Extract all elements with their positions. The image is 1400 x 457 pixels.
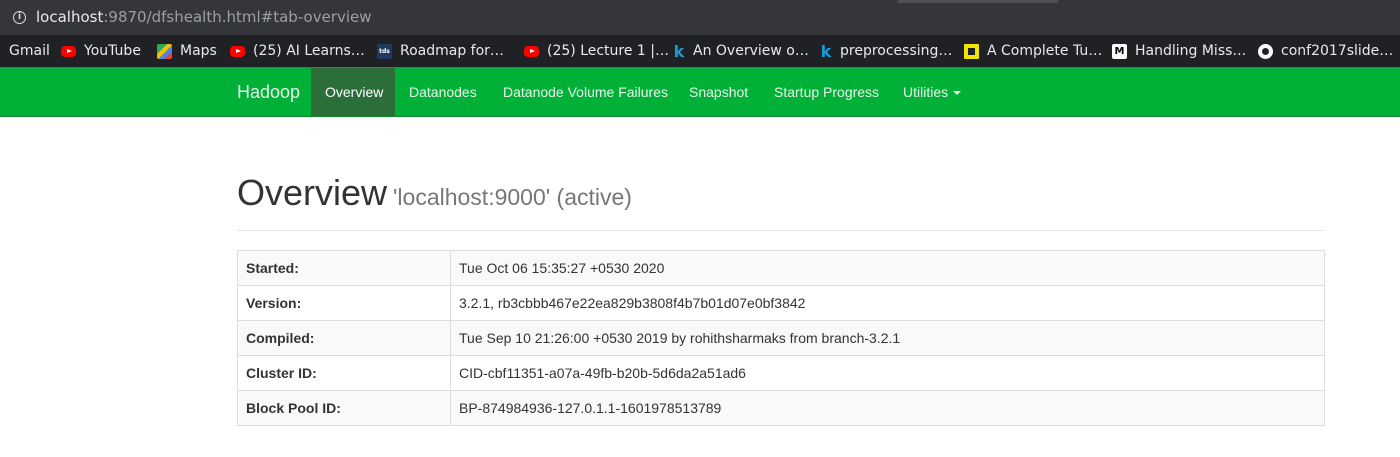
medium-icon: M (1112, 43, 1127, 59)
row-value: Tue Oct 06 15:35:27 +0530 2020 (450, 250, 1325, 286)
tab-utilities-dropdown[interactable]: Utilities (889, 68, 975, 116)
row-key: Compiled: (237, 320, 451, 356)
row-value: BP-874984936-127.0.1.1-1601978513789 (450, 390, 1325, 426)
page-title-text: Overview (237, 172, 388, 213)
maps-icon (157, 43, 172, 59)
youtube-icon (524, 45, 539, 57)
url-host: localhost (36, 8, 104, 26)
tab-overview[interactable]: Overview (311, 68, 395, 116)
kdnuggets-icon: k (820, 41, 832, 61)
bookmark-label: An Overview o… (693, 43, 809, 59)
row-value: 3.2.1, rb3cbbb467e22ea829b3808f4b7b01d07… (450, 285, 1325, 321)
youtube-icon (230, 45, 245, 57)
bookmark-label: (25) AI Learns… (253, 43, 365, 59)
bookmark-preprocessing[interactable]: k preprocessing… (820, 35, 953, 67)
bookmark-label: Maps (180, 43, 217, 59)
bookmark-complete-tutorial[interactable]: A Complete Tu… (964, 35, 1102, 67)
bookmark-maps[interactable]: Maps (157, 35, 217, 67)
overview-table: Started: Tue Oct 06 15:35:27 +0530 2020 … (237, 250, 1325, 426)
row-key: Cluster ID: (237, 355, 451, 391)
bookmarks-bar: Gmail YouTube Maps (25) AI Learns… tds R… (0, 35, 1400, 67)
table-row: Block Pool ID: BP-874984936-127.0.1.1-16… (237, 390, 1325, 426)
tab-datanodes[interactable]: Datanodes (395, 68, 491, 116)
bookmark-roadmap[interactable]: tds Roadmap for… (377, 35, 504, 67)
navbar-brand[interactable]: Hadoop (237, 68, 300, 116)
url-text[interactable]: localhost:9870/dfshealth.html#tab-overvi… (36, 9, 372, 26)
tab-datanode-volume-failures[interactable]: Datanode Volume Failures (489, 68, 682, 116)
kdnuggets-icon: k (673, 41, 685, 61)
table-row: Compiled: Tue Sep 10 21:26:00 +0530 2019… (237, 320, 1325, 356)
tab-strip-indicator (898, 0, 1058, 3)
bookmark-gmail[interactable]: Gmail (9, 35, 50, 67)
row-key: Block Pool ID: (237, 390, 451, 426)
bookmark-handling-missing[interactable]: M Handling Miss… (1112, 35, 1246, 67)
tab-utilities-label: Utilities (903, 84, 949, 100)
bookmark-conf2017[interactable]: conf2017slide… (1258, 35, 1393, 67)
url-path: :9870/dfshealth.html#tab-overview (103, 8, 372, 26)
bookmark-label: conf2017slide… (1281, 43, 1394, 59)
row-value: CID-cbf11351-a07a-49fb-b20b-5d6da2a51ad6 (450, 355, 1325, 391)
hadoop-navbar: Hadoop Overview Datanodes Datanode Volum… (0, 67, 1400, 117)
table-row: Cluster ID: CID-cbf11351-a07a-49fb-b20b-… (237, 355, 1325, 391)
bookmark-label: Handling Miss… (1135, 43, 1247, 59)
tds-icon: tds (377, 43, 392, 59)
site-info-icon[interactable]: i (13, 11, 26, 24)
caret-down-icon (953, 91, 962, 96)
page-title: Overview'localhost:9000' (active) (237, 172, 1325, 218)
row-key: Started: (237, 250, 451, 286)
bookmark-label: A Complete Tu… (987, 43, 1103, 59)
page-header: Overview'localhost:9000' (active) (237, 172, 1325, 231)
bookmark-ai-learns[interactable]: (25) AI Learns… (230, 35, 365, 67)
table-row: Version: 3.2.1, rb3cbbb467e22ea829b3808f… (237, 285, 1325, 321)
row-key: Version: (237, 285, 451, 321)
namenode-address: 'localhost:9000' (active) (393, 184, 632, 210)
bookmark-lecture[interactable]: (25) Lecture 1 |… (524, 35, 669, 67)
github-icon (1258, 43, 1273, 59)
bookmark-label: (25) Lecture 1 |… (547, 43, 670, 59)
square-logo-icon (964, 43, 979, 59)
browser-address-bar[interactable]: i localhost:9870/dfshealth.html#tab-over… (0, 0, 1400, 35)
bookmark-label: Gmail (9, 43, 50, 59)
bookmark-youtube[interactable]: YouTube (61, 35, 141, 67)
youtube-icon (61, 45, 76, 57)
table-row: Started: Tue Oct 06 15:35:27 +0530 2020 (237, 250, 1325, 286)
bookmark-label: YouTube (84, 43, 141, 59)
tab-snapshot[interactable]: Snapshot (675, 68, 762, 116)
bookmark-label: Roadmap for… (400, 43, 504, 59)
tab-startup-progress[interactable]: Startup Progress (760, 68, 893, 116)
row-value: Tue Sep 10 21:26:00 +0530 2019 by rohith… (450, 320, 1325, 356)
bookmark-label: preprocessing… (840, 43, 953, 59)
bookmark-overview-kdnuggets[interactable]: k An Overview o… (673, 35, 809, 67)
